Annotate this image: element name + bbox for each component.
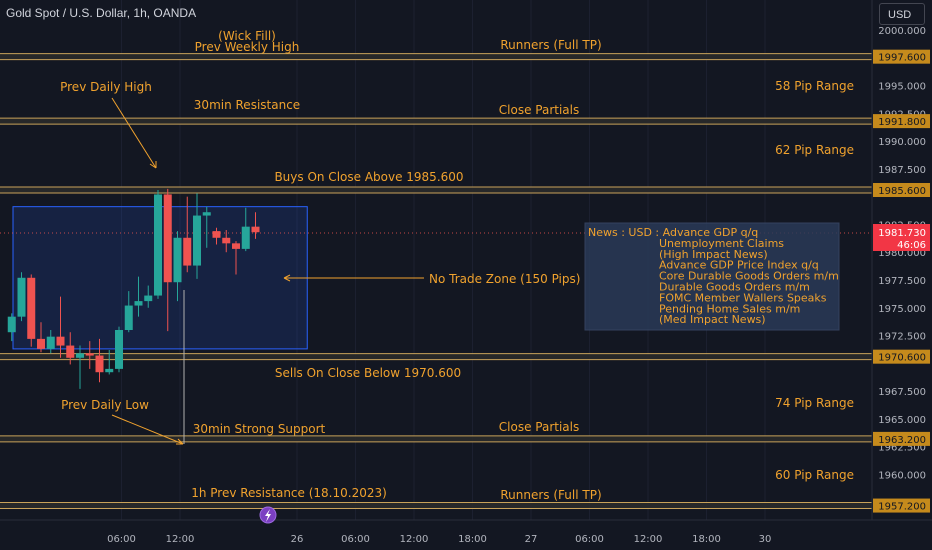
candle-bearish[interactable] — [222, 237, 231, 244]
price-tick-label: 1960.000 — [878, 470, 926, 481]
time-tick-label: 18:00 — [458, 534, 487, 545]
candle-bullish[interactable] — [17, 277, 26, 317]
level-band — [0, 502, 872, 509]
annotation-sells: Sells On Close Below 1970.600 — [275, 366, 461, 380]
candle-bullish[interactable] — [46, 336, 55, 349]
level-price-label: 1957.200 — [878, 502, 926, 513]
candle-bearish[interactable] — [212, 231, 221, 238]
annotation-prev-weekly-high: Prev Weekly High — [195, 40, 300, 54]
candle-bearish[interactable] — [95, 355, 104, 373]
candle-bearish[interactable] — [163, 194, 172, 283]
candle-bullish[interactable] — [202, 212, 211, 216]
time-tick-label: 06:00 — [575, 534, 604, 545]
candle-bullish[interactable] — [173, 237, 182, 283]
time-tick-label: 12:00 — [634, 534, 663, 545]
candle-bearish[interactable] — [251, 226, 260, 233]
annotation-buys: Buys On Close Above 1985.600 — [274, 170, 463, 184]
candle-bearish[interactable] — [85, 353, 94, 356]
currency-button[interactable]: USD — [879, 3, 925, 25]
level-band — [0, 187, 872, 193]
candle-bullish[interactable] — [7, 316, 16, 333]
annotation-resistance-30m: 30min Resistance — [194, 98, 300, 112]
annotation-prev-daily-low: Prev Daily Low — [61, 398, 149, 412]
annotation-runners-bottom: Runners (Full TP) — [500, 488, 601, 502]
price-tick-label: 1987.500 — [878, 165, 926, 176]
current-price-label: 1981.730 — [878, 228, 926, 239]
candle-bearish[interactable] — [183, 237, 192, 266]
price-tick-label: 1972.500 — [878, 332, 926, 343]
candle-bullish[interactable] — [154, 194, 162, 296]
price-tick-label: 2000.000 — [878, 26, 926, 37]
chart-canvas[interactable]: (Wick Fill)Prev Weekly High Runners (Full… — [0, 0, 932, 550]
level-band — [0, 435, 872, 442]
candle-bullish[interactable] — [105, 368, 114, 373]
annotation-range-74: 74 Pip Range — [775, 396, 854, 410]
candle-bearish[interactable] — [37, 338, 45, 349]
level-band — [0, 53, 872, 60]
price-tick-label: 1990.000 — [878, 137, 926, 148]
level-price-label: 1963.200 — [878, 435, 926, 446]
symbol-title: Gold Spot / U.S. Dollar, 1h, OANDA — [6, 6, 197, 20]
time-tick-label: 27 — [525, 534, 538, 545]
candle-bullish[interactable] — [144, 295, 153, 302]
time-tick-label: 30 — [759, 534, 772, 545]
level-price-label: 1991.800 — [878, 117, 926, 128]
annotation-runners-top: Runners (Full TP) — [500, 38, 601, 52]
annotation-strong-support-30m: 30min Strong Support — [193, 422, 326, 436]
candle-bearish[interactable] — [56, 336, 65, 346]
news-line: (Med Impact News) — [659, 313, 766, 326]
annotation-range-58: 58 Pip Range — [775, 79, 854, 93]
candle-bullish[interactable] — [115, 330, 123, 369]
annotation-close-partials-top: Close Partials — [499, 103, 579, 117]
price-tick-label: 1967.500 — [878, 387, 926, 398]
chart-window: (Wick Fill) Prev Weekly High Runners (Full… — [0, 0, 932, 550]
time-tick-label: 06:00 — [341, 534, 370, 545]
annotation-resistance-1h: 1h Prev Resistance (18.10.2023) — [191, 486, 387, 500]
annotation-range-60: 60 Pip Range — [775, 468, 854, 482]
zone-label: No Trade Zone (150 Pips) — [429, 272, 580, 286]
level-band — [0, 118, 872, 125]
candle-bullish[interactable] — [193, 215, 201, 266]
price-tick-label: 1977.500 — [878, 276, 926, 287]
time-tick-label: 18:00 — [692, 534, 721, 545]
annotation-close-partials-bottom: Close Partials — [499, 420, 579, 434]
candle-bullish[interactable] — [124, 305, 133, 330]
candle-bearish[interactable] — [66, 345, 75, 358]
annotation-prev-daily-high: Prev Daily High — [60, 80, 152, 94]
candle-bullish[interactable] — [241, 226, 250, 249]
price-tick-label: 1995.000 — [878, 82, 926, 93]
annotation-range-62: 62 Pip Range — [775, 143, 854, 157]
level-price-label: 1985.600 — [878, 186, 926, 197]
level-band — [0, 353, 872, 360]
price-tick-label: 1965.000 — [878, 415, 926, 426]
price-tick-label: 1975.000 — [878, 304, 926, 315]
time-tick-label: 12:00 — [166, 534, 195, 545]
candle-bullish[interactable] — [134, 301, 143, 306]
time-tick-label: 06:00 — [107, 534, 136, 545]
candle-bullish[interactable] — [76, 353, 84, 358]
level-price-label: 1997.600 — [878, 53, 926, 64]
time-tick-label: 12:00 — [400, 534, 429, 545]
countdown-label: 46:06 — [897, 240, 926, 251]
candle-bearish[interactable] — [232, 243, 240, 249]
level-price-label: 1970.600 — [878, 353, 926, 364]
time-tick-label: 26 — [291, 534, 304, 545]
candle-bearish[interactable] — [27, 277, 36, 339]
